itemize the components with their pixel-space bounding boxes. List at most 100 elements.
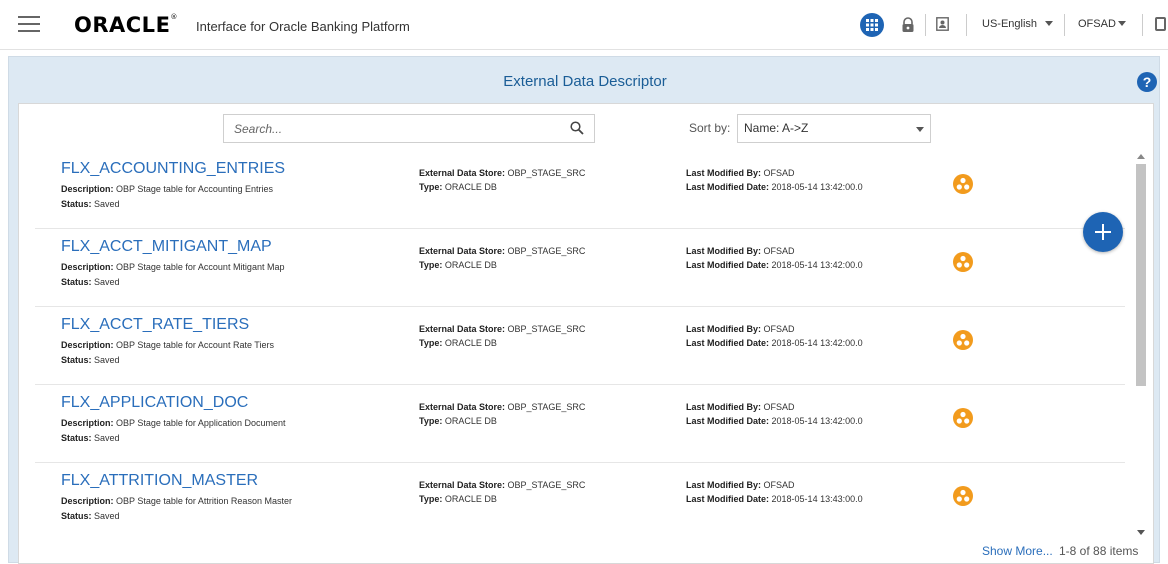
descriptor-store: External Data Store: OBP_STAGE_SRC	[419, 480, 585, 490]
item-count: 1-8 of 88 items	[1059, 544, 1139, 558]
add-descriptor-button[interactable]	[1083, 212, 1123, 252]
description-value: OBP Stage table for Accounting Entries	[116, 184, 273, 194]
user-chevron-down-icon[interactable]	[1118, 21, 1126, 26]
descriptor-description: Description: OBP Stage table for Account…	[61, 262, 284, 272]
hierarchy-icon[interactable]	[953, 252, 973, 272]
list-item: FLX_ATTRITION_MASTER Description: OBP St…	[35, 462, 1125, 540]
descriptor-status: Status: Saved	[61, 355, 120, 365]
description-value: OBP Stage table for Attrition Reason Mas…	[116, 496, 292, 506]
modified-date-label: Last Modified Date:	[686, 182, 770, 192]
descriptor-name-link[interactable]: FLX_ATTRITION_MASTER	[61, 472, 258, 490]
store-label: External Data Store:	[419, 168, 506, 178]
scroll-up-arrow-icon[interactable]	[1137, 154, 1145, 159]
list-item: FLX_ACCOUNTING_ENTRIES Description: OBP …	[35, 150, 1125, 229]
descriptor-store: External Data Store: OBP_STAGE_SRC	[419, 402, 585, 412]
descriptor-store: External Data Store: OBP_STAGE_SRC	[419, 246, 585, 256]
modified-date-value: 2018-05-14 13:42:00.0	[771, 182, 863, 192]
divider	[966, 14, 967, 36]
search-icon[interactable]	[570, 121, 584, 135]
language-chevron-down-icon[interactable]	[1045, 21, 1053, 26]
descriptor-status: Status: Saved	[61, 277, 120, 287]
list-item: FLX_APPLICATION_DOC Description: OBP Sta…	[35, 384, 1125, 463]
type-value: ORACLE DB	[444, 338, 497, 348]
modified-by-label: Last Modified By:	[686, 246, 762, 256]
logo-text: ORACLE	[74, 13, 171, 37]
hierarchy-icon[interactable]	[953, 174, 973, 194]
type-label: Type:	[419, 338, 443, 348]
content-area: Sort by: Name: A->Z FLX_ACCOUNTING_ENTRI…	[18, 103, 1154, 564]
descriptor-description: Description: OBP Stage table for Attriti…	[61, 496, 292, 506]
descriptor-name-link[interactable]: FLX_ACCT_RATE_TIERS	[61, 316, 249, 334]
modified-by-value: OFSAD	[763, 480, 795, 490]
modified-date-label: Last Modified Date:	[686, 416, 770, 426]
top-bar: ORACLE® Interface for Oracle Banking Pla…	[0, 0, 1168, 50]
descriptor-modified-date: Last Modified Date: 2018-05-14 13:42:00.…	[686, 416, 863, 426]
contact-card-icon[interactable]	[936, 17, 949, 31]
type-value: ORACLE DB	[444, 182, 497, 192]
status-value: Saved	[94, 433, 120, 443]
list-scrollbar[interactable]	[1133, 150, 1149, 540]
language-selector[interactable]: US-English	[982, 18, 1037, 30]
status-label: Status:	[61, 355, 92, 365]
descriptor-status: Status: Saved	[61, 199, 120, 209]
hierarchy-icon[interactable]	[953, 408, 973, 428]
descriptor-name-link[interactable]: FLX_ACCT_MITIGANT_MAP	[61, 238, 272, 256]
modified-by-value: OFSAD	[763, 246, 795, 256]
status-value: Saved	[94, 199, 120, 209]
store-value: OBP_STAGE_SRC	[507, 246, 586, 256]
descriptor-name-link[interactable]: FLX_APPLICATION_DOC	[61, 394, 248, 412]
list-item: FLX_ACCT_RATE_TIERS Description: OBP Sta…	[35, 306, 1125, 385]
descriptor-modified-date: Last Modified Date: 2018-05-14 13:42:00.…	[686, 338, 863, 348]
descriptor-status: Status: Saved	[61, 511, 120, 521]
help-icon[interactable]: ?	[1137, 72, 1157, 92]
logo-mark: ®	[170, 13, 178, 21]
oracle-logo: ORACLE®	[74, 13, 178, 37]
type-label: Type:	[419, 494, 443, 504]
apps-grid-icon[interactable]	[860, 13, 884, 37]
descriptor-modified-by: Last Modified By: OFSAD	[686, 246, 795, 256]
lock-icon[interactable]	[901, 17, 915, 33]
store-label: External Data Store:	[419, 246, 506, 256]
type-label: Type:	[419, 260, 443, 270]
sort-dropdown[interactable]: Name: A->Z	[737, 114, 931, 143]
search-input[interactable]	[224, 115, 564, 142]
store-label: External Data Store:	[419, 324, 506, 334]
store-value: OBP_STAGE_SRC	[507, 402, 586, 412]
hierarchy-icon[interactable]	[953, 486, 973, 506]
descriptor-store: External Data Store: OBP_STAGE_SRC	[419, 168, 585, 178]
status-value: Saved	[94, 355, 120, 365]
hamburger-menu-icon[interactable]	[18, 16, 40, 32]
scroll-down-arrow-icon[interactable]	[1137, 530, 1145, 535]
descriptor-description: Description: OBP Stage table for Applica…	[61, 418, 285, 428]
description-value: OBP Stage table for Account Mitigant Map	[116, 262, 285, 272]
descriptor-modified-date: Last Modified Date: 2018-05-14 13:42:00.…	[686, 260, 863, 270]
hierarchy-icon[interactable]	[953, 330, 973, 350]
descriptor-description: Description: OBP Stage table for Account…	[61, 184, 273, 194]
modified-by-value: OFSAD	[763, 402, 795, 412]
descriptor-name-link[interactable]: FLX_ACCOUNTING_ENTRIES	[61, 160, 285, 178]
show-more-link[interactable]: Show More...	[982, 544, 1053, 558]
description-label: Description:	[61, 262, 114, 272]
descriptor-list: FLX_ACCOUNTING_ENTRIES Description: OBP …	[19, 150, 1129, 540]
description-label: Description:	[61, 496, 114, 506]
descriptor-type: Type: ORACLE DB	[419, 494, 497, 504]
type-value: ORACLE DB	[444, 260, 497, 270]
descriptor-type: Type: ORACLE DB	[419, 338, 497, 348]
divider	[1142, 14, 1143, 36]
window-icon[interactable]	[1155, 17, 1166, 31]
status-value: Saved	[94, 511, 120, 521]
divider	[925, 14, 926, 36]
store-value: OBP_STAGE_SRC	[507, 324, 586, 334]
divider	[1064, 14, 1065, 36]
user-menu[interactable]: OFSAD	[1078, 18, 1116, 30]
description-label: Description:	[61, 340, 114, 350]
status-label: Status:	[61, 199, 92, 209]
status-label: Status:	[61, 511, 92, 521]
descriptor-modified-by: Last Modified By: OFSAD	[686, 168, 795, 178]
description-value: OBP Stage table for Application Document	[116, 418, 286, 428]
scroll-thumb[interactable]	[1136, 164, 1146, 386]
search-box	[223, 114, 595, 143]
descriptor-description: Description: OBP Stage table for Account…	[61, 340, 274, 350]
modified-date-label: Last Modified Date:	[686, 338, 770, 348]
descriptor-modified-by: Last Modified By: OFSAD	[686, 402, 795, 412]
